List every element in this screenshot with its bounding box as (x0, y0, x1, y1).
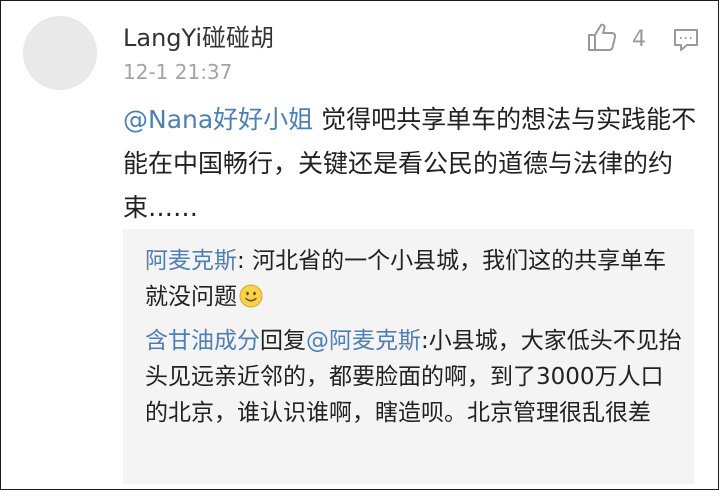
reply-to-mention[interactable]: @阿麦克斯 (306, 328, 421, 354)
quoted-author[interactable]: 含甘油成分 (145, 328, 260, 354)
default-avatar-icon (23, 16, 97, 90)
username[interactable]: LangYi碰碰胡 (123, 18, 274, 53)
quoted-replies: 阿麦克斯: 河北省的一个小县城，我们这的共享单车就没问题 含甘油成分回复@阿麦克… (123, 229, 694, 484)
reply-button[interactable] (673, 28, 699, 56)
comment-body: @Nana好好小姐 觉得吧共享单车的想法与实践能不能在中国畅行，关键还是看公民的… (123, 98, 705, 230)
avatar[interactable] (23, 16, 97, 90)
timestamp: 12-1 21:37 (123, 60, 233, 84)
like-count: 4 (632, 26, 646, 52)
smile-emoji-icon (239, 283, 263, 308)
mention-link[interactable]: @Nana好好小姐 (123, 105, 313, 134)
quoted-reply: 阿麦克斯: 河北省的一个小县城，我们这的共享单车就没问题 (145, 243, 685, 315)
quoted-reply: 含甘油成分回复@阿麦克斯:小县城，大家低头不见抬头见远亲近邻的，都要脸面的啊，到… (145, 323, 685, 431)
quoted-author[interactable]: 阿麦克斯 (145, 248, 237, 274)
thumbs-up-icon (586, 21, 618, 57)
quoted-separator: : (421, 328, 429, 354)
reply-word: 回复 (260, 328, 306, 354)
comment-bubble-icon (673, 29, 699, 56)
like-button[interactable]: 4 (586, 22, 646, 56)
quoted-separator: : (237, 248, 253, 274)
